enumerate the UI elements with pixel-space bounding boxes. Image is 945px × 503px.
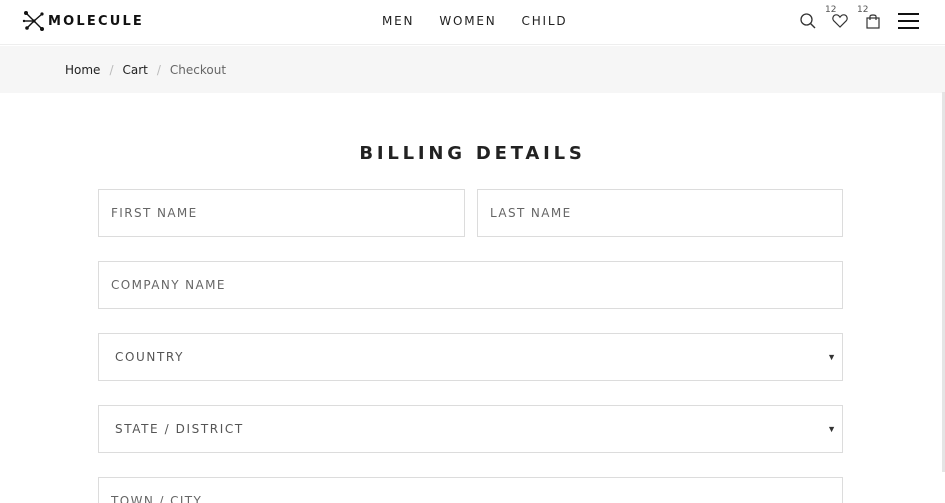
first-name-input[interactable] xyxy=(99,190,464,236)
brand-logo[interactable]: MOLECULE xyxy=(22,9,144,33)
town-city-field xyxy=(98,477,843,503)
company-name-field xyxy=(98,261,843,309)
nav-item-men[interactable]: MEN xyxy=(382,14,414,28)
first-name-field xyxy=(98,189,465,237)
country-select[interactable]: COUNTRY ▼ xyxy=(98,333,843,381)
state-select-value: STATE / DISTRICT xyxy=(115,422,244,436)
hamburger-icon[interactable] xyxy=(898,13,919,30)
country-select-value: COUNTRY xyxy=(115,350,185,364)
search-icon[interactable] xyxy=(799,12,817,30)
nav-item-child[interactable]: CHILD xyxy=(522,14,568,28)
bag-icon[interactable] xyxy=(864,12,882,30)
company-name-input[interactable] xyxy=(99,262,842,308)
breadcrumb-current: Checkout xyxy=(169,63,227,77)
breadcrumb-separator: / xyxy=(109,63,114,77)
chevron-down-icon: ▼ xyxy=(827,352,836,362)
last-name-field xyxy=(477,189,843,237)
chevron-down-icon: ▼ xyxy=(827,424,836,434)
heart-icon[interactable] xyxy=(831,12,849,30)
breadcrumb: Home / Cart / Checkout xyxy=(0,46,945,93)
breadcrumb-separator: / xyxy=(156,63,161,77)
page-title: BILLING DETAILS xyxy=(359,143,586,164)
town-city-input[interactable] xyxy=(99,478,842,503)
state-select[interactable]: STATE / DISTRICT ▼ xyxy=(98,405,843,453)
breadcrumb-cart[interactable]: Cart xyxy=(122,63,147,77)
last-name-input[interactable] xyxy=(478,190,842,236)
main-nav: MEN WOMEN CHILD xyxy=(382,14,592,28)
site-header: MOLECULE MEN WOMEN CHILD 12 12 xyxy=(0,0,945,45)
nav-item-women[interactable]: WOMEN xyxy=(439,14,496,28)
molecule-icon xyxy=(22,11,44,31)
breadcrumb-home[interactable]: Home xyxy=(65,63,100,77)
brand-name: MOLECULE xyxy=(48,13,145,29)
